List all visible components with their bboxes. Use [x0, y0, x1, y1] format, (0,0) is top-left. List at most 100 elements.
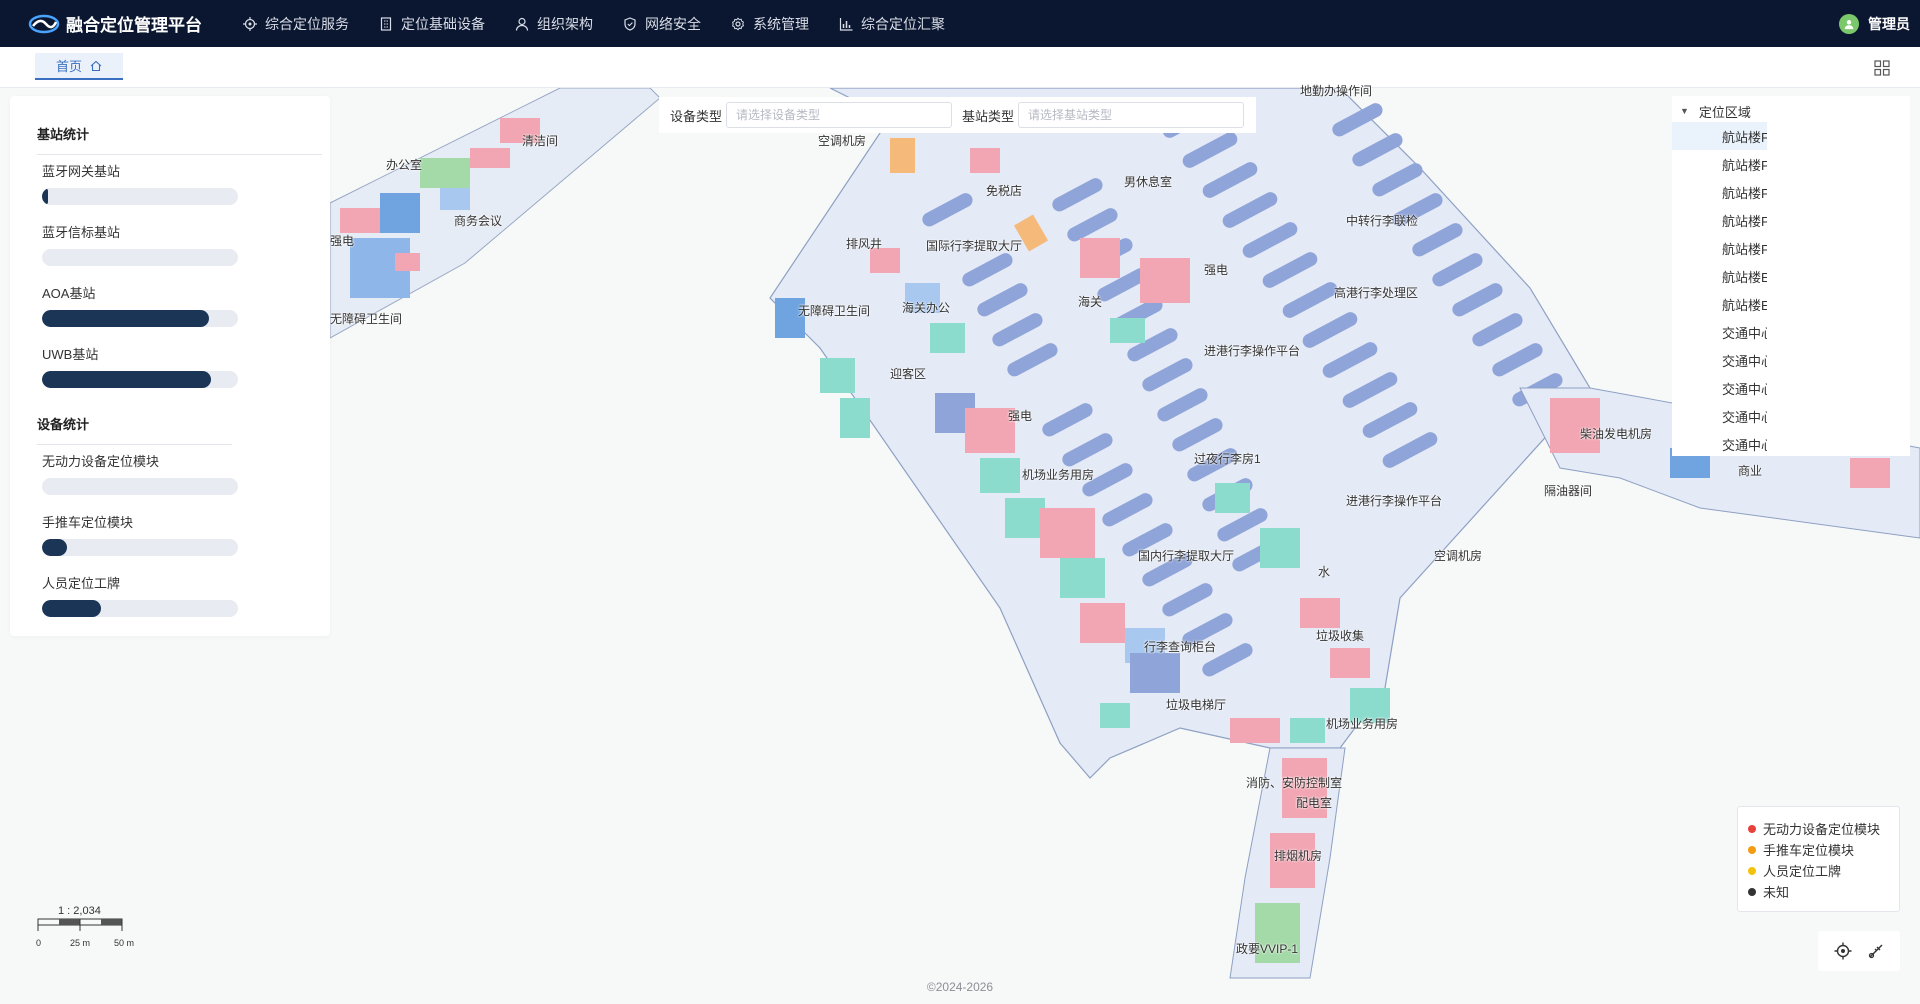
legend-item: 未知 [1748, 881, 1889, 902]
map-label: 地勤办操作间 [1300, 84, 1373, 98]
top-navigation-bar: 融合定位管理平台 综合定位服务 定位基础设备 组织架构 网络安全 系统管理 综合… [0, 0, 1920, 47]
nav-label: 定位基础设备 [401, 15, 485, 32]
map-label: 免税店 [986, 184, 1023, 198]
avatar [1839, 13, 1859, 34]
caret-down-icon[interactable]: ▼ [1680, 106, 1689, 116]
location-target-icon [243, 16, 257, 31]
brand[interactable]: 融合定位管理平台 [28, 11, 202, 36]
legend-item: 人员定位工牌 [1748, 860, 1889, 881]
nav-item-location-aggregation[interactable]: 综合定位汇聚 [839, 0, 945, 47]
legend-label: 人员定位工牌 [1763, 864, 1842, 879]
map-label: 商业 [1738, 464, 1763, 478]
progress-bar [42, 539, 238, 556]
map-label: 空调机房 [818, 134, 867, 148]
avatar-user-icon [1844, 19, 1854, 29]
progress-fill [42, 600, 101, 617]
tree-item[interactable]: 航站楼F [1672, 178, 1767, 206]
home-icon [90, 60, 102, 71]
map-label: 中转行李联检 [1346, 214, 1419, 228]
user-name: 管理员 [1868, 15, 1910, 32]
legend-dot [1748, 845, 1756, 854]
tree-item[interactable]: 交通中心 [1672, 346, 1767, 374]
map-label: 迎客区 [890, 367, 927, 381]
progress-bar [42, 249, 238, 266]
tree-item[interactable]: 航站楼E [1672, 262, 1767, 290]
nav-item-location-service[interactable]: 综合定位服务 [243, 0, 349, 47]
scale-ruler-icon [37, 918, 123, 931]
filter-bar: 设备类型 基站类型 [659, 97, 1256, 133]
scale-tick: 0 [36, 938, 42, 948]
map-label: 强电 [1008, 409, 1033, 423]
tree-item[interactable]: 航站楼F [1672, 122, 1767, 150]
progress-bar [42, 188, 238, 205]
main-nav: 综合定位服务 定位基础设备 组织架构 网络安全 系统管理 综合定位汇聚 [228, 0, 960, 47]
tree-item[interactable]: 交通中心 [1672, 318, 1767, 346]
stat-label: 手推车定位模块 [42, 515, 134, 530]
progress-bar [42, 478, 238, 495]
map-label: 无障碍卫生间 [798, 304, 871, 318]
user-menu[interactable]: 管理员 [1839, 0, 1910, 47]
tree-item[interactable]: 交通中心 [1672, 430, 1767, 458]
nav-label: 综合定位服务 [265, 15, 349, 32]
station-type-select[interactable] [1018, 102, 1245, 128]
map-label: 隔油器间 [1544, 484, 1593, 498]
legend-dot [1748, 887, 1756, 896]
legend-label: 无动力设备定位模块 [1763, 822, 1881, 837]
map-label: 强电 [1204, 263, 1229, 277]
legend-item: 手推车定位模块 [1748, 839, 1889, 860]
nav-label: 系统管理 [753, 15, 809, 32]
map-label: 排烟机房 [1274, 849, 1323, 863]
map-label: 强电 [330, 234, 355, 248]
map-label: 国际行李提取大厅 [926, 239, 1023, 253]
stat-label: AOA基站 [42, 286, 96, 301]
nav-label: 网络安全 [645, 15, 701, 32]
map-label: 空调机房 [1434, 549, 1483, 563]
tree-item[interactable]: 交通中心 [1672, 374, 1767, 402]
building-icon [380, 16, 392, 31]
scale-bar: 1 : 2,034 0 25 m 50 m [36, 905, 146, 955]
map-label: 商务会议 [454, 214, 503, 228]
nav-item-network-security[interactable]: 网络安全 [623, 0, 701, 47]
tab-home[interactable]: 首页 [35, 53, 123, 80]
progress-bar [42, 600, 238, 617]
tree-item[interactable]: 航站楼F [1672, 206, 1767, 234]
map-label: 无障碍卫生间 [330, 312, 403, 326]
legend-dot [1748, 824, 1756, 833]
map-label: 机场业务用房 [1022, 468, 1095, 482]
stat-label: 蓝牙信标基站 [42, 225, 121, 240]
locate-icon[interactable] [1834, 942, 1852, 960]
map-label: 进港行李操作平台 [1204, 344, 1301, 358]
nav-item-organization[interactable]: 组织架构 [515, 0, 593, 47]
stat-row: 手推车定位模块 [42, 512, 314, 556]
tree-item[interactable]: 交通中心 [1672, 402, 1767, 430]
device-stats-title: 设备统计 [37, 414, 232, 445]
nav-item-system-management[interactable]: 系统管理 [731, 0, 809, 47]
tree-root[interactable]: ▼ 定位区域 [1672, 100, 1910, 122]
map-label: 海关办公 [902, 301, 951, 315]
stat-row: 蓝牙网关基站 [42, 161, 314, 205]
logo-icon [28, 14, 60, 33]
scale-tick: 50 m [114, 938, 135, 948]
statistics-panel: 基站统计 蓝牙网关基站 蓝牙信标基站 AOA基站 UWB基站 设备统计 无动力设备定位… [10, 96, 330, 636]
tree-item[interactable]: 航站楼F [1672, 150, 1767, 178]
area-tree: ▼ 定位区域 航站楼F航站楼F航站楼F航站楼F航站楼F航站楼E航站楼E交通中心交… [1672, 96, 1910, 456]
map-label: 水 [1318, 565, 1331, 579]
legend-label: 手推车定位模块 [1763, 843, 1855, 858]
tree-root-label: 定位区域 [1698, 104, 1751, 120]
grid-view-icon[interactable] [1874, 60, 1890, 76]
nav-label: 组织架构 [537, 15, 593, 32]
stat-row: 蓝牙信标基站 [42, 222, 314, 266]
measure-icon[interactable] [1867, 942, 1885, 960]
device-type-select[interactable] [726, 102, 953, 128]
map-label: 政要VVIP-1 [1236, 942, 1299, 956]
nav-item-base-devices[interactable]: 定位基础设备 [379, 0, 485, 47]
map-label: 高港行李处理区 [1334, 286, 1419, 300]
tab-home-label: 首页 [55, 59, 82, 74]
legend: 无动力设备定位模块 手推车定位模块 人员定位工牌未知 [1737, 806, 1900, 912]
station-type-label: 基站类型 [962, 108, 1015, 124]
stat-label: 蓝牙网关基站 [42, 164, 121, 179]
shield-icon [624, 16, 636, 31]
tree-item[interactable]: 航站楼E [1672, 290, 1767, 318]
app-title: 融合定位管理平台 [66, 16, 202, 35]
tree-item[interactable]: 航站楼F [1672, 234, 1767, 262]
